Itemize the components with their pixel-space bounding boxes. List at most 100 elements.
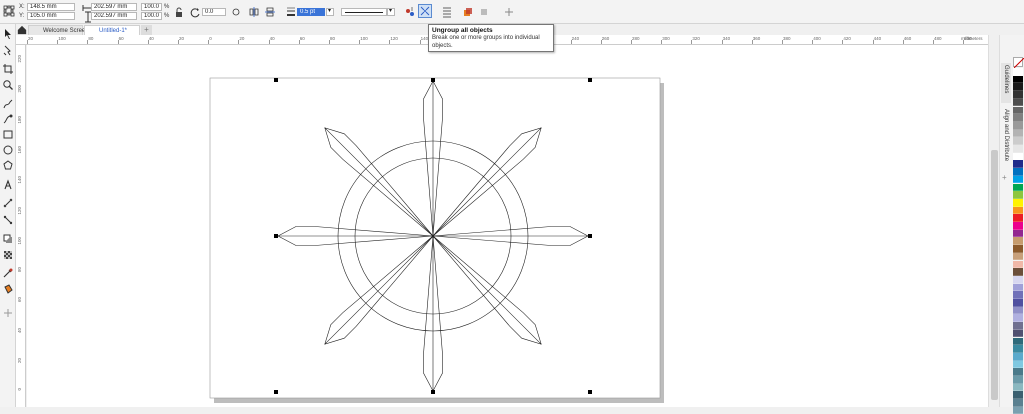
rotation-field[interactable]: 0.0 bbox=[202, 8, 226, 16]
x-position-field[interactable]: 148.5 mm bbox=[27, 3, 75, 11]
selection-handle[interactable] bbox=[431, 390, 435, 394]
line-style-field[interactable] bbox=[341, 8, 387, 16]
drawing-canvas[interactable]: × bbox=[27, 45, 988, 407]
color-swatch[interactable] bbox=[1013, 368, 1023, 376]
color-swatch[interactable] bbox=[1013, 329, 1023, 338]
color-swatch[interactable] bbox=[1013, 360, 1023, 369]
width-field[interactable]: 202.597 mm bbox=[91, 3, 137, 11]
selection-handle[interactable] bbox=[588, 390, 592, 394]
parallel-dimension-tool-icon[interactable] bbox=[2, 197, 14, 209]
tab-untitled-1[interactable]: Untitled-1* bbox=[84, 25, 140, 35]
color-swatch[interactable] bbox=[1013, 183, 1023, 192]
rectangle-tool-icon[interactable] bbox=[2, 128, 14, 140]
color-swatch[interactable] bbox=[1013, 106, 1023, 115]
color-swatch[interactable] bbox=[1013, 268, 1023, 276]
selection-handle[interactable] bbox=[274, 234, 278, 238]
drop-shadow-tool-icon[interactable] bbox=[2, 233, 14, 245]
mirror-horizontal-icon[interactable] bbox=[248, 6, 260, 18]
line-style-dropdown[interactable]: ▾ bbox=[387, 8, 395, 16]
color-swatch[interactable] bbox=[1013, 137, 1023, 145]
color-swatch[interactable] bbox=[1013, 322, 1023, 330]
vertical-ruler[interactable]: 22020018016014012010080604020020 bbox=[16, 45, 26, 407]
rotation-center-icon[interactable] bbox=[230, 6, 242, 18]
selection-handle[interactable] bbox=[274, 78, 278, 82]
ellipse-tool-icon[interactable] bbox=[2, 144, 14, 156]
color-swatch[interactable] bbox=[1013, 214, 1023, 222]
color-swatch[interactable] bbox=[1013, 345, 1023, 353]
scale-y-field[interactable]: 100.0 bbox=[141, 12, 162, 20]
y-position-field[interactable]: 105.0 mm bbox=[27, 12, 75, 20]
color-swatch[interactable] bbox=[1013, 337, 1023, 346]
color-swatch[interactable] bbox=[1013, 399, 1023, 407]
align-icon[interactable] bbox=[441, 6, 453, 18]
mirror-vertical-icon[interactable] bbox=[264, 6, 276, 18]
color-swatch[interactable] bbox=[1013, 391, 1023, 400]
home-icon[interactable] bbox=[17, 25, 27, 35]
artistic-media-tool-icon[interactable] bbox=[2, 113, 14, 125]
add-tab-button[interactable]: + bbox=[141, 25, 152, 35]
group-icon[interactable] bbox=[404, 6, 416, 18]
fill-icon[interactable] bbox=[478, 6, 490, 18]
color-swatch[interactable] bbox=[1013, 245, 1023, 253]
selection-handle[interactable] bbox=[588, 234, 592, 238]
color-swatch[interactable] bbox=[1013, 206, 1023, 215]
add-tool-icon[interactable] bbox=[2, 307, 14, 319]
shape-tool-icon[interactable] bbox=[2, 44, 14, 56]
color-swatch[interactable] bbox=[1013, 160, 1023, 169]
color-swatch[interactable] bbox=[1013, 75, 1023, 84]
guidelines-docker-tab[interactable]: Guidelines bbox=[1001, 63, 1011, 103]
color-swatch[interactable] bbox=[1013, 306, 1023, 315]
color-swatch[interactable] bbox=[1013, 229, 1023, 238]
eyedropper-tool-icon[interactable] bbox=[2, 267, 14, 279]
height-field[interactable]: 202.597 mm bbox=[91, 12, 137, 20]
polygon-tool-icon[interactable] bbox=[2, 159, 14, 171]
color-swatch[interactable] bbox=[1013, 352, 1023, 361]
color-swatch[interactable] bbox=[1013, 252, 1023, 261]
vertical-scrollbar[interactable] bbox=[988, 35, 999, 407]
pick-tool-icon[interactable] bbox=[2, 28, 14, 40]
connector-tool-icon[interactable] bbox=[2, 214, 14, 226]
center-marker[interactable]: × bbox=[431, 235, 435, 241]
color-swatch[interactable] bbox=[1013, 376, 1023, 384]
color-swatch[interactable] bbox=[1013, 299, 1023, 307]
color-swatch[interactable] bbox=[1013, 198, 1023, 207]
color-swatch[interactable] bbox=[1013, 275, 1023, 284]
transparency-tool-icon[interactable] bbox=[2, 249, 14, 261]
selection-handle[interactable] bbox=[274, 390, 278, 394]
color-swatch[interactable] bbox=[1013, 406, 1023, 414]
color-swatch[interactable] bbox=[1013, 121, 1023, 130]
add-docker-button[interactable]: + bbox=[1002, 173, 1007, 182]
color-swatch[interactable] bbox=[1013, 98, 1023, 107]
ungroup-all-icon[interactable] bbox=[418, 4, 432, 18]
selection-handle[interactable] bbox=[431, 78, 435, 82]
color-swatch[interactable] bbox=[1013, 260, 1023, 269]
outline-width-field[interactable]: 0.5 pt bbox=[297, 8, 325, 16]
color-swatch[interactable] bbox=[1013, 222, 1023, 230]
color-swatch[interactable] bbox=[1013, 383, 1023, 392]
freehand-tool-icon[interactable] bbox=[2, 98, 14, 110]
object-origin-icon[interactable] bbox=[3, 5, 15, 17]
crop-tool-icon[interactable] bbox=[2, 63, 14, 75]
color-swatch[interactable] bbox=[1013, 129, 1023, 138]
no-color-swatch[interactable] bbox=[1013, 57, 1024, 69]
color-swatch[interactable] bbox=[1013, 145, 1023, 153]
color-swatch[interactable] bbox=[1013, 68, 1023, 76]
scale-x-field[interactable]: 100.0 bbox=[141, 3, 162, 11]
color-swatch[interactable] bbox=[1013, 291, 1023, 299]
scrollbar-thumb[interactable] bbox=[991, 150, 998, 400]
color-swatch[interactable] bbox=[1013, 152, 1023, 161]
tab-welcome-screen[interactable]: Welcome Screen bbox=[28, 25, 89, 35]
color-swatch[interactable] bbox=[1013, 83, 1023, 92]
interactive-fill-tool-icon[interactable] bbox=[2, 283, 14, 295]
color-swatch[interactable] bbox=[1013, 283, 1023, 292]
color-swatch[interactable] bbox=[1013, 191, 1023, 199]
color-swatch[interactable] bbox=[1013, 237, 1023, 246]
outline-width-dropdown[interactable]: ▾ bbox=[326, 8, 334, 16]
lock-ratio-icon[interactable] bbox=[173, 6, 185, 18]
color-swatch[interactable] bbox=[1013, 314, 1023, 323]
color-swatch[interactable] bbox=[1013, 114, 1023, 122]
add-icon[interactable] bbox=[503, 6, 515, 18]
selection-handle[interactable] bbox=[588, 78, 592, 82]
color-swatch[interactable] bbox=[1013, 175, 1023, 184]
color-swatch[interactable] bbox=[1013, 168, 1023, 176]
